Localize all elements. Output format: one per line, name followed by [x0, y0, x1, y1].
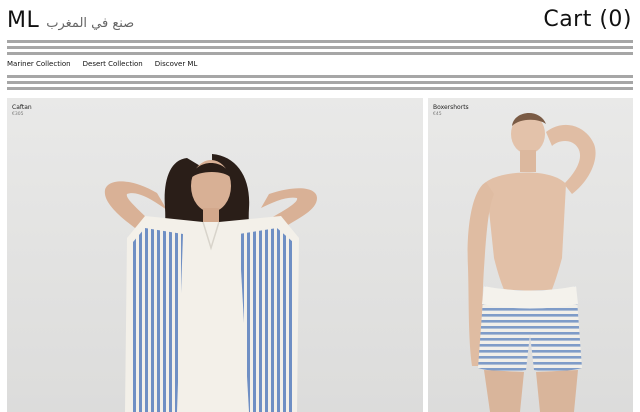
stripe-line: [7, 46, 633, 49]
stripe-line: [7, 75, 633, 78]
product-card-caftan[interactable]: Caftan €305: [7, 98, 423, 412]
product-meta: Boxershorts €45: [433, 104, 469, 117]
stripe-line: [7, 87, 633, 90]
product-name: Caftan: [12, 104, 32, 111]
site-logo[interactable]: ML صنع في المغرب: [7, 8, 134, 33]
main-nav: Mariner Collection Desert Collection Dis…: [7, 60, 197, 68]
nav-item-desert-collection[interactable]: Desert Collection: [83, 60, 143, 68]
man-in-striped-boxershorts-photo-icon: [428, 98, 633, 412]
logo-wordmark: ML: [7, 8, 40, 33]
logo-arabic-tagline: صنع في المغرب: [46, 16, 135, 31]
product-card-boxershorts[interactable]: Boxershorts €45: [428, 98, 633, 412]
stripe-line: [7, 81, 633, 84]
woman-in-striped-caftan-photo-icon: [7, 98, 423, 412]
product-price: €45: [433, 112, 442, 117]
header-stripe-divider: [7, 40, 633, 58]
nav-item-discover-ml[interactable]: Discover ML: [155, 60, 198, 68]
nav-item-mariner-collection[interactable]: Mariner Collection: [7, 60, 71, 68]
product-meta: Caftan €305: [12, 104, 32, 117]
cart-link[interactable]: Cart (0): [543, 7, 632, 32]
product-grid: Caftan €305 Boxershorts €45: [7, 98, 633, 412]
nav-stripe-divider: [7, 75, 633, 93]
stripe-line: [7, 40, 633, 43]
site-header: ML صنع في المغرب Cart (0): [0, 0, 640, 40]
product-price: €305: [12, 112, 24, 117]
stripe-line: [7, 52, 633, 55]
product-name: Boxershorts: [433, 104, 469, 111]
